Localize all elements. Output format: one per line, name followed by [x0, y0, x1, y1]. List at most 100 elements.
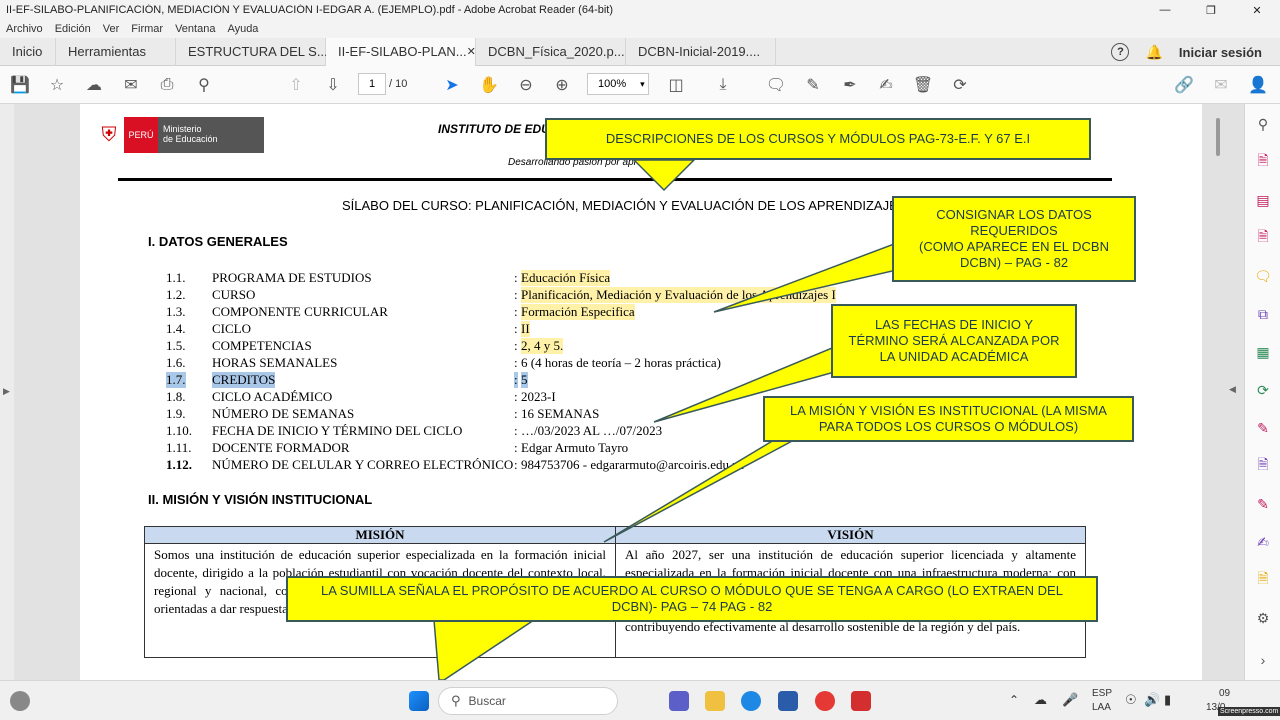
- edit-icon[interactable]: ✍: [875, 75, 897, 95]
- chevron-down-icon: ▾: [640, 78, 645, 89]
- request-signature-icon[interactable]: ✍: [1253, 532, 1273, 552]
- microphone-icon[interactable]: 🎤: [1062, 692, 1078, 708]
- menu-archivo[interactable]: Archivo: [0, 23, 49, 35]
- vertical-scrollbar[interactable]: [1212, 104, 1224, 680]
- download-scroll-icon[interactable]: ⤓: [712, 75, 734, 95]
- page-total: / 10: [389, 78, 408, 90]
- weather-icon[interactable]: [10, 691, 30, 711]
- bell-icon[interactable]: 🔔: [1145, 44, 1162, 61]
- menu-ventana[interactable]: Ventana: [169, 23, 221, 35]
- tab-close-icon[interactable]: ✕: [467, 45, 476, 58]
- page-number-input[interactable]: 1: [358, 73, 386, 95]
- minimize-icon[interactable]: —: [1142, 0, 1188, 20]
- share-mail-icon[interactable]: ✉: [1210, 75, 1232, 95]
- maximize-icon[interactable]: ❐: [1188, 0, 1234, 20]
- edge-icon[interactable]: [741, 691, 761, 711]
- callout-sumilla: LA SUMILLA SEÑALA EL PROPÓSITO DE ACUERD…: [286, 576, 1098, 622]
- convert-icon[interactable]: ⟳: [1253, 380, 1273, 400]
- document-viewer[interactable]: ⛨ PERÚ Ministerio de Educación INSTITUTO…: [14, 104, 1244, 680]
- fit-page-icon[interactable]: ◫: [665, 75, 687, 95]
- hand-icon[interactable]: ✋: [478, 75, 500, 95]
- star-icon[interactable]: ☆: [46, 75, 68, 95]
- save-icon[interactable]: 💾: [9, 75, 31, 95]
- create-pdf-icon[interactable]: 🗎: [1253, 228, 1273, 248]
- rotate-icon[interactable]: ⟳: [949, 75, 971, 95]
- language-2[interactable]: LAA: [1092, 702, 1111, 713]
- zoom-in-icon[interactable]: ⊕: [551, 75, 573, 95]
- windows-start-icon[interactable]: [409, 691, 429, 711]
- callout-2-pointer: [713, 243, 916, 313]
- more-tools-icon[interactable]: ⚙: [1253, 608, 1273, 628]
- print-icon[interactable]: ⎙: [156, 75, 178, 95]
- network-icon[interactable]: ☁: [1034, 692, 1047, 708]
- login-button[interactable]: Iniciar sesión: [1179, 45, 1262, 60]
- combine-files-icon[interactable]: ⧉: [1253, 304, 1273, 324]
- window-controls: — ❐ ✕: [1142, 0, 1280, 20]
- account-icon[interactable]: 👤: [1247, 75, 1269, 95]
- callout-5-pointer: [433, 619, 537, 680]
- protect-icon[interactable]: ✎: [1253, 494, 1273, 514]
- trash-icon[interactable]: 🗑: [912, 75, 934, 95]
- mail-icon[interactable]: ✉: [120, 75, 142, 95]
- search-icon: ⚲: [451, 693, 461, 708]
- sign-icon[interactable]: ✒: [839, 75, 861, 95]
- menu-edicion[interactable]: Edición: [49, 23, 97, 35]
- export-pdf-icon[interactable]: 🗎: [1253, 152, 1273, 172]
- left-panel-toggle[interactable]: ▶: [0, 104, 14, 680]
- pen-icon[interactable]: ✎: [802, 75, 824, 95]
- file-explorer-icon[interactable]: [705, 691, 725, 711]
- clock-time[interactable]: 09: [1219, 688, 1230, 699]
- menu-firmar[interactable]: Firmar: [125, 23, 169, 35]
- callout-mission-vision: LA MISIÓN Y VISIÓN ES INSTITUCIONAL (LA …: [763, 396, 1134, 442]
- close-icon[interactable]: ✕: [1234, 0, 1280, 20]
- page-up-icon[interactable]: ⇧: [285, 75, 307, 95]
- store-icon[interactable]: [778, 691, 798, 711]
- zoom-select[interactable]: 100% ▾: [587, 73, 649, 95]
- chevron-right-icon: ▶: [3, 386, 10, 396]
- tab-herramientas-label: Herramientas: [68, 44, 147, 59]
- chevron-right-panel-icon[interactable]: ›: [1253, 650, 1273, 670]
- organize-pages-icon[interactable]: ▤: [1253, 190, 1273, 210]
- battery-icon[interactable]: ▮: [1164, 692, 1171, 708]
- comment-icon[interactable]: 🗨: [765, 75, 787, 95]
- globe-icon[interactable]: ☉: [1125, 692, 1137, 708]
- scrollbar-thumb[interactable]: [1216, 118, 1220, 156]
- language-1[interactable]: ESP: [1092, 688, 1112, 699]
- tab-document-2-label: II-EF-SILABO-PLAN...: [338, 44, 467, 59]
- compress-icon[interactable]: ▦: [1253, 342, 1273, 362]
- upload-icon[interactable]: ☁: [83, 75, 105, 95]
- tab-herramientas[interactable]: Herramientas: [56, 37, 176, 66]
- zoom-tool-icon[interactable]: ⚲: [1253, 114, 1273, 134]
- acrobat-icon[interactable]: [851, 691, 871, 711]
- cursor-icon[interactable]: ➤: [441, 75, 463, 95]
- help-icon[interactable]: ?: [1111, 43, 1130, 61]
- tab-inicio-label: Inicio: [12, 44, 43, 59]
- teams-icon[interactable]: [669, 691, 689, 711]
- tab-document-4[interactable]: DCBN-Inicial-2019....: [626, 37, 776, 66]
- zoom-out-icon[interactable]: ⊖: [515, 75, 537, 95]
- comment-tool-icon[interactable]: 🗨: [1253, 266, 1273, 286]
- chevron-up-icon[interactable]: ⌃: [1009, 693, 1019, 707]
- volume-icon[interactable]: 🔊: [1144, 692, 1160, 708]
- tab-document-1[interactable]: ESTRUCTURA DEL S...: [176, 37, 328, 66]
- menu-ver[interactable]: Ver: [97, 23, 126, 35]
- fill-sign-icon[interactable]: ✎: [1253, 418, 1273, 438]
- search-icon[interactable]: ⚲: [193, 75, 215, 95]
- window-title: II-EF-SILABO-PLANIFICACIÓN, MEDIACIÓN Y …: [6, 4, 614, 16]
- taskbar-search[interactable]: ⚲ Buscar: [438, 687, 618, 715]
- menu-ayuda[interactable]: Ayuda: [221, 23, 264, 35]
- callout-descriptions: DESCRIPCIONES DE LOS CURSOS Y MÓDULOS PA…: [545, 118, 1091, 160]
- screenpresso-watermark: Screenpresso.com: [1218, 707, 1280, 716]
- stamp-icon[interactable]: 🗎: [1253, 570, 1273, 590]
- callout-dates: LAS FECHAS DE INICIO Y TÉRMINO SERÁ ALCA…: [831, 304, 1077, 378]
- edit-pdf-icon[interactable]: 🗎: [1253, 456, 1273, 476]
- link-icon[interactable]: 🔗: [1173, 75, 1195, 95]
- tab-document-2[interactable]: II-EF-SILABO-PLAN... ✕: [326, 37, 476, 66]
- chrome-icon[interactable]: [815, 691, 835, 711]
- page-down-icon[interactable]: ⇩: [322, 75, 344, 95]
- callout-data-required: CONSIGNAR LOS DATOS REQUERIDOS (COMO APA…: [892, 196, 1136, 282]
- tab-document-3[interactable]: DCBN_Física_2020.p...: [476, 37, 626, 66]
- right-panel-collapse-icon[interactable]: ◀: [1229, 384, 1236, 395]
- tab-inicio[interactable]: Inicio: [0, 37, 56, 66]
- title-bar: II-EF-SILABO-PLANIFICACIÓN, MEDIACIÓN Y …: [0, 0, 1280, 20]
